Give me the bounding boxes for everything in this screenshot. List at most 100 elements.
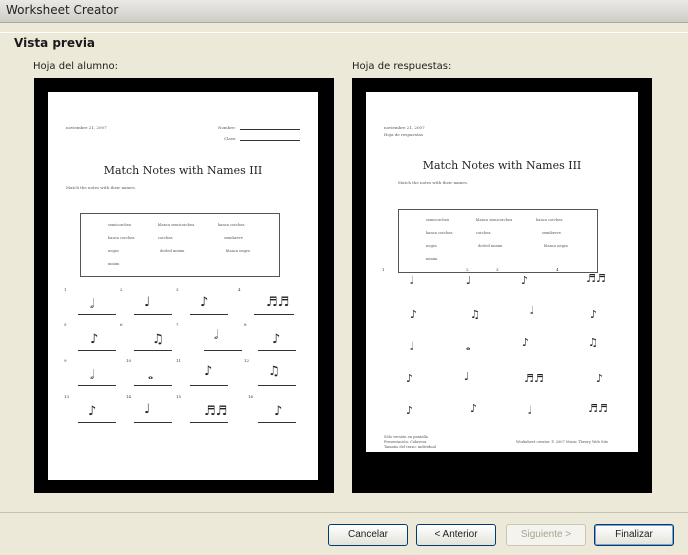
answer-line	[258, 350, 296, 351]
answer-line	[78, 314, 116, 315]
answer-footer-right: Worksheet creator © 2007 Music Theory We…	[516, 440, 609, 444]
answer-preview-frame[interactable]: noviembre 21, 2007 Hoja de respuestas Ma…	[352, 78, 652, 493]
item-number: 5	[64, 322, 67, 327]
item-number: 2	[120, 287, 123, 292]
note-symbol-icon: ♪	[90, 332, 99, 347]
item-number: 6	[120, 322, 123, 327]
next-button[interactable]: Siguiente >	[506, 524, 586, 546]
note-symbol-icon: ♩	[466, 274, 472, 287]
student-class-label: Clase:	[224, 136, 237, 141]
note-symbol-icon: ♬♬	[588, 402, 608, 415]
word-bank-item: minim	[426, 257, 438, 261]
note-symbol-icon: 𝅗𝅥	[214, 328, 219, 343]
note-symbol-icon: ♪	[410, 308, 418, 321]
note-symbol-icon: ♪	[272, 332, 281, 347]
word-bank-item: blanca negra	[544, 244, 568, 248]
window-titlebar: Worksheet Creator	[0, 0, 688, 23]
item-number: 4	[238, 287, 241, 292]
note-symbol-icon: 𝅗𝅥	[410, 274, 414, 287]
word-bank-item: semibreve	[542, 231, 561, 235]
student-name-label: Nombre:	[218, 125, 236, 130]
word-bank-item: semicorchea	[108, 223, 132, 227]
answer-sheet-label: Hoja de respuestas:	[352, 61, 452, 72]
word-bank-item: blanca negra	[226, 249, 250, 253]
answer-line	[134, 422, 172, 423]
note-symbol-icon: 𝅗𝅥	[90, 297, 95, 312]
item-number: 7	[176, 322, 179, 327]
header-divider	[0, 32, 688, 33]
item-number: 2	[466, 267, 469, 272]
word-bank-item: banca corchea	[536, 218, 563, 222]
note-symbol-icon: ♬♬	[586, 272, 606, 285]
answer-worksheet-page: noviembre 21, 2007 Hoja de respuestas Ma…	[366, 92, 638, 452]
note-symbol-icon: ♬♬	[204, 404, 228, 419]
note-symbol-icon: ♩	[144, 402, 151, 417]
answer-footer-left: Presentación: Calavera	[384, 440, 427, 444]
answer-date: noviembre 21, 2007	[384, 125, 425, 130]
note-symbol-icon: 𝅗𝅥	[528, 404, 532, 417]
note-symbol-icon: ♫	[470, 308, 480, 321]
name-line	[240, 129, 300, 130]
section-title: Vista previa	[14, 36, 96, 50]
note-symbol-icon: ♪	[596, 372, 604, 385]
back-button[interactable]: < Anterior	[416, 524, 496, 546]
word-bank-item: corchea	[476, 231, 491, 235]
note-symbol-icon: ♫	[152, 332, 164, 347]
note-symbol-icon: ♪	[406, 404, 414, 417]
word-bank-item: blanca semicorchea	[158, 223, 195, 227]
item-number: 3	[176, 287, 179, 292]
note-symbol-icon: 𝅗𝅥	[530, 304, 534, 317]
note-symbol-icon: 𝅗𝅥	[410, 340, 414, 353]
note-symbol-icon: ♬♬	[266, 295, 290, 310]
student-sheet-label: Hoja del alumno:	[33, 61, 118, 72]
note-symbol-icon: ♫	[268, 364, 280, 379]
answer-line	[134, 314, 172, 315]
note-symbol-icon: 𝅝	[466, 340, 471, 353]
item-number: 16	[248, 394, 254, 399]
item-number: 10	[126, 358, 132, 363]
item-number: 4	[556, 267, 559, 272]
note-symbol-icon: ♪	[200, 295, 209, 310]
answer-line	[78, 385, 116, 386]
item-number: 11	[176, 358, 182, 363]
note-symbol-icon: ♬♬	[524, 372, 544, 385]
window-title: Worksheet Creator	[6, 3, 119, 17]
item-number: 3	[496, 267, 499, 272]
note-symbol-icon: ♪	[521, 274, 529, 287]
word-bank-item: corchea	[158, 236, 173, 240]
word-bank-item: dotted minim	[478, 244, 503, 248]
answer-line	[78, 350, 116, 351]
item-number: 12	[244, 358, 250, 363]
answer-line	[204, 350, 242, 351]
note-symbol-icon: ♩	[464, 370, 470, 383]
answer-line	[134, 350, 172, 351]
note-symbol-icon: ♪	[590, 308, 598, 321]
student-worksheet-page: noviembre 21, 2007 Nombre: Clase: Match …	[48, 92, 318, 480]
word-bank-item: blanca semicorchea	[476, 218, 513, 222]
answer-line	[254, 314, 294, 315]
note-symbol-icon: 𝅝	[148, 368, 154, 383]
answer-subtitle: Hoja de respuestas	[384, 132, 423, 137]
word-bank-item: banca corchea	[108, 236, 135, 240]
note-symbol-icon: ♪	[204, 364, 213, 379]
finish-button[interactable]: Finalizar	[594, 524, 674, 546]
note-symbol-icon: ♩	[144, 295, 151, 310]
answer-line	[190, 385, 228, 386]
answer-instructions: Match the notes with their names.	[398, 180, 468, 185]
cancel-button[interactable]: Cancelar	[328, 524, 408, 546]
item-number: 1	[382, 267, 385, 272]
answer-line	[258, 422, 296, 423]
answer-line	[78, 422, 116, 423]
note-symbol-icon: ♪	[406, 372, 414, 385]
answer-footer-left: Sólo versión en pantalla	[384, 435, 428, 439]
word-bank-item: negra	[426, 244, 437, 248]
word-bank-item: banca corchea	[426, 231, 453, 235]
word-bank-item: minim	[108, 262, 120, 266]
item-number: 14	[126, 394, 132, 399]
class-line	[240, 140, 300, 141]
item-number: 1	[64, 287, 67, 292]
student-preview-frame[interactable]: noviembre 21, 2007 Nombre: Clase: Match …	[34, 78, 334, 493]
answer-line	[190, 422, 228, 423]
answer-footer-left: Tamaño del trazo: individual	[384, 445, 436, 449]
note-symbol-icon: ♪	[88, 404, 97, 419]
